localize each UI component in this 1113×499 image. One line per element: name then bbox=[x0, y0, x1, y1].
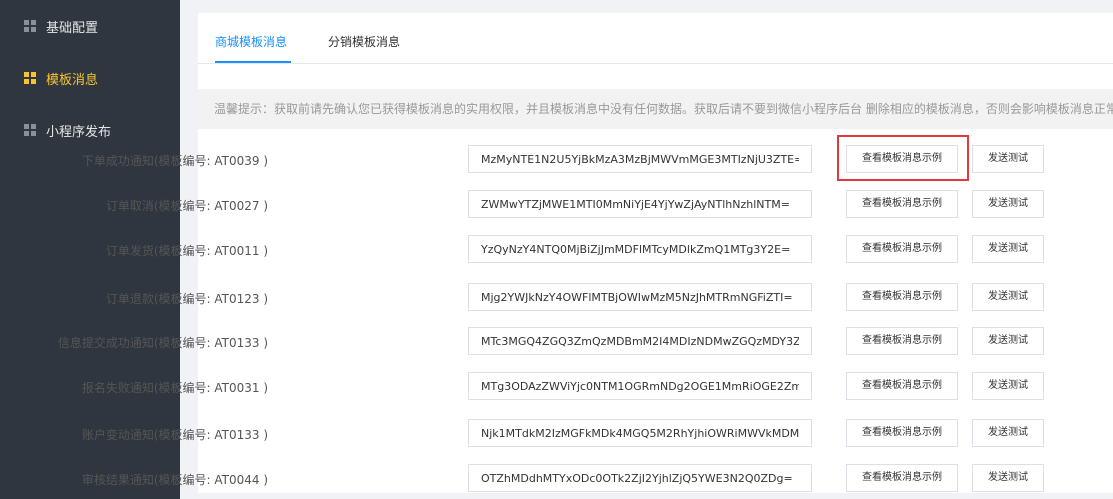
send-test-button[interactable]: 发送测试 bbox=[972, 327, 1044, 355]
view-example-button[interactable]: 查看模板消息示例 bbox=[846, 190, 958, 218]
template-id-input[interactable] bbox=[468, 235, 812, 263]
template-id-input[interactable] bbox=[468, 283, 812, 311]
sidebar-item-label: 基础配置 bbox=[46, 20, 99, 36]
template-label: 下单成功通知(模板编号: AT0039 ) bbox=[81, 154, 268, 168]
template-label: 订单取消(模板编号: AT0027 ) bbox=[105, 199, 268, 213]
template-label: 审核结果通知(模板编号: AT0044 ) bbox=[81, 473, 268, 487]
template-row: 订单发货(模板编号: AT0011 ) 查看模板消息示例 发送测试 bbox=[106, 235, 1113, 265]
send-test-button[interactable]: 发送测试 bbox=[972, 283, 1044, 311]
template-label: 订单发货(模板编号: AT0011 ) bbox=[105, 244, 268, 258]
sidebar-item-template-message[interactable]: 模板消息 bbox=[0, 52, 180, 104]
template-row: 账户变动通知(模板编号: AT0133 ) 查看模板消息示例 发送测试 bbox=[82, 419, 1113, 449]
template-id-input[interactable] bbox=[468, 190, 812, 218]
active-tab-indicator bbox=[215, 61, 291, 63]
template-id-input[interactable] bbox=[468, 372, 812, 400]
template-id-input[interactable] bbox=[468, 327, 812, 355]
view-example-button[interactable]: 查看模板消息示例 bbox=[846, 327, 958, 355]
main-panel: 商城模板消息 分销模板消息 温馨提示：获取前请先确认您已获得模板消息的实用权限，… bbox=[58, 13, 1113, 494]
template-label: 账户变动通知(模板编号: AT0133 ) bbox=[81, 428, 268, 442]
highlight-annotation-box bbox=[837, 135, 969, 181]
template-id-input[interactable] bbox=[468, 464, 812, 492]
sidebar-item-miniprogram-publish[interactable]: 小程序发布 bbox=[0, 104, 180, 156]
template-row: 订单取消(模板编号: AT0027 ) 查看模板消息示例 发送测试 bbox=[106, 190, 1113, 220]
template-row: 订单退款(模板编号: AT0123 ) 查看模板消息示例 发送测试 bbox=[106, 283, 1113, 313]
grid-icon bbox=[24, 72, 36, 84]
template-row: 下单成功通知(模板编号: AT0039 ) 查看模板消息示例 发送测试 bbox=[82, 145, 1113, 175]
grid-icon bbox=[24, 124, 36, 136]
tip-banner: 温馨提示：获取前请先确认您已获得模板消息的实用权限，并且模板消息中没有任何数据。… bbox=[198, 89, 1113, 129]
send-test-button[interactable]: 发送测试 bbox=[972, 419, 1044, 447]
sidebar-item-basic-config[interactable]: 基础配置 bbox=[0, 0, 180, 52]
template-label: 订单退款(模板编号: AT0123 ) bbox=[105, 292, 268, 306]
view-example-button[interactable]: 查看模板消息示例 bbox=[846, 419, 958, 447]
template-row: 信息提交成功通知(模板编号: AT0133 ) 查看模板消息示例 发送测试 bbox=[58, 327, 1113, 357]
sidebar-item-label: 模板消息 bbox=[46, 72, 99, 88]
sidebar-item-label: 小程序发布 bbox=[46, 124, 112, 140]
template-label: 报名失败通知(模板编号: AT0031 ) bbox=[81, 381, 268, 395]
view-example-button[interactable]: 查看模板消息示例 bbox=[846, 235, 958, 263]
send-test-button[interactable]: 发送测试 bbox=[972, 235, 1044, 263]
template-id-input[interactable] bbox=[468, 419, 812, 447]
send-test-button[interactable]: 发送测试 bbox=[972, 372, 1044, 400]
view-example-button[interactable]: 查看模板消息示例 bbox=[846, 283, 958, 311]
template-row: 报名失败通知(模板编号: AT0031 ) 查看模板消息示例 发送测试 bbox=[82, 372, 1113, 402]
send-test-button[interactable]: 发送测试 bbox=[972, 190, 1044, 218]
send-test-button[interactable]: 发送测试 bbox=[972, 464, 1044, 492]
tab-mall-template-message[interactable]: 商城模板消息 bbox=[215, 33, 287, 50]
template-id-input[interactable] bbox=[468, 145, 812, 173]
view-example-button[interactable]: 查看模板消息示例 bbox=[846, 372, 958, 400]
grid-icon bbox=[24, 20, 36, 32]
view-example-button[interactable]: 查看模板消息示例 bbox=[846, 464, 958, 492]
send-test-button[interactable]: 发送测试 bbox=[972, 145, 1044, 173]
tab-distribution-template-message[interactable]: 分销模板消息 bbox=[328, 33, 400, 50]
template-row: 审核结果通知(模板编号: AT0044 ) 查看模板消息示例 发送测试 bbox=[82, 464, 1113, 494]
tab-bar: 商城模板消息 分销模板消息 bbox=[198, 13, 1113, 64]
template-label: 信息提交成功通知(模板编号: AT0133 ) bbox=[57, 336, 268, 350]
